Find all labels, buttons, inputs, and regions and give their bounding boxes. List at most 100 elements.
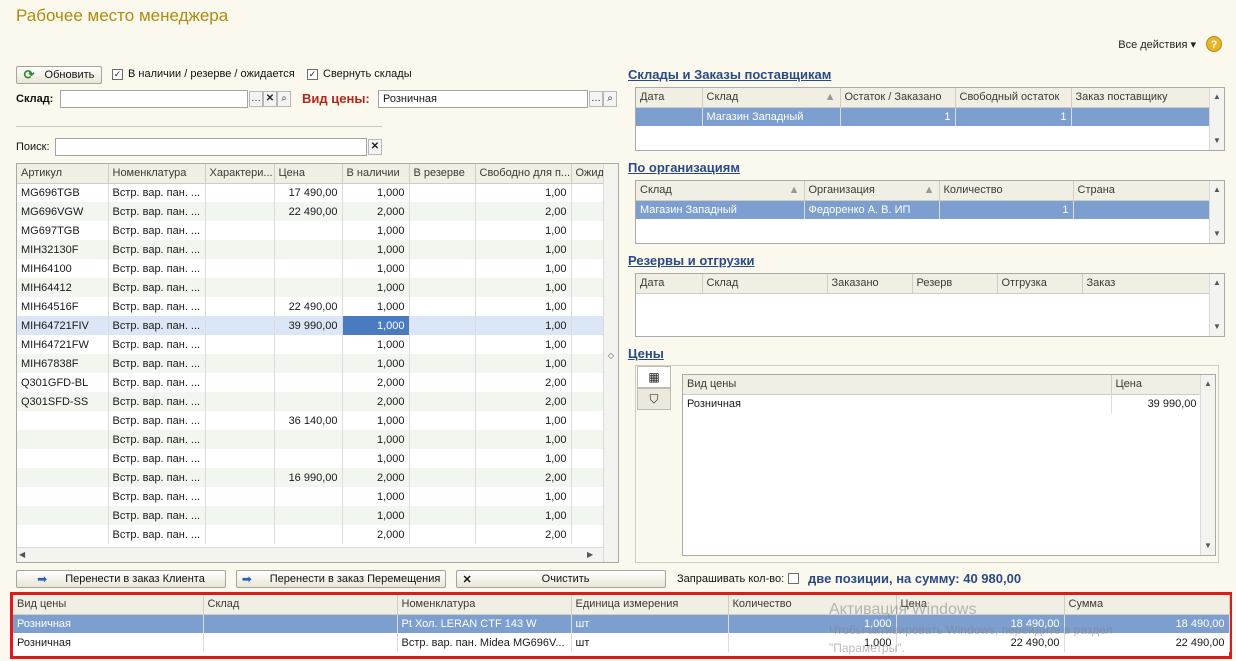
warehouses-grid[interactable]: Дата Склад ▲ Остаток / Заказано Свободный…	[635, 87, 1225, 151]
table-row[interactable]: Встр. вар. пан. ... 2,000 2,00	[17, 525, 606, 544]
cell: Встр. вар. пан. ...	[108, 525, 206, 544]
ask-qty-checkbox[interactable]	[788, 573, 799, 584]
all-actions-menu[interactable]: Все действия ▾	[1118, 38, 1196, 51]
filter-icon[interactable]: ⛉	[637, 388, 671, 410]
table-row[interactable]: MIH32130F Встр. вар. пан. ... 1,000 1,00	[17, 240, 606, 259]
prices-title[interactable]: Цены	[628, 346, 664, 361]
col-warehouse[interactable]: Склад	[203, 595, 398, 615]
products-grid[interactable]: Артикул Номенклатура Характери... Цена В…	[16, 163, 619, 563]
vertical-scrollbar[interactable]: ▲ ▼	[1209, 181, 1224, 243]
col-unit[interactable]: Единица измерения	[571, 595, 729, 615]
vertical-scrollbar[interactable]: ▲ ▼	[1200, 375, 1215, 555]
search-icon[interactable]: ⌕	[603, 91, 617, 107]
table-row[interactable]: Магазин Западный Федоренко А. В. ИП 1	[636, 200, 1211, 219]
col-price-type[interactable]: Вид цены	[13, 595, 204, 615]
cell	[409, 240, 476, 259]
col-date[interactable]: Дата	[636, 274, 703, 294]
table-row[interactable]: Встр. вар. пан. ... 1,000 1,00	[17, 430, 606, 449]
select-dots-icon[interactable]: …	[249, 91, 263, 107]
scroll-right-icon[interactable]: ▶	[587, 548, 599, 562]
col-nomenclature[interactable]: Номенклатура	[108, 164, 206, 184]
search-input[interactable]	[55, 138, 367, 156]
col-expected[interactable]: Ожид	[571, 164, 606, 184]
vertical-scrollbar[interactable]: ▲ ▼	[1209, 274, 1224, 336]
col-warehouse[interactable]: Склад ▲	[636, 181, 805, 201]
col-characteristic[interactable]: Характери...	[205, 164, 275, 184]
organizations-grid[interactable]: Склад ▲ Организация ▲ Количество Страна Ма…	[635, 180, 1225, 244]
table-row[interactable]: MG696TGB Встр. вар. пан. ... 17 490,00 1,00…	[17, 183, 606, 202]
warehouse-input[interactable]	[60, 90, 248, 108]
collapse-warehouses-checkbox[interactable]: ✓ Свернуть склады	[307, 68, 412, 80]
order-grid[interactable]: Вид цены Склад Номенклатура Единица изме…	[10, 592, 1232, 659]
col-price[interactable]: Цена	[274, 164, 343, 184]
to-client-order-button[interactable]: ➡ Перенести в заказ Клиента	[16, 570, 226, 588]
col-warehouse[interactable]: Склад ▲	[702, 88, 841, 108]
to-transfer-order-button[interactable]: ➡ Перенести в заказ Перемещения	[236, 570, 446, 588]
table-row[interactable]: Q301SFD-SS Встр. вар. пан. ... 2,000 2,00	[17, 392, 606, 411]
cell	[409, 430, 476, 449]
table-row[interactable]: MIH64721FIV Встр. вар. пан. ... 39 990,00 1…	[17, 316, 606, 335]
checkbox-checked-icon[interactable]: ✓	[112, 68, 123, 80]
table-row[interactable]: MIH64721FW Встр. вар. пан. ... 1,000 1,00	[17, 335, 606, 354]
in-stock-checkbox[interactable]: ✓ В наличии / резерве / ожидается	[112, 68, 295, 80]
clear-button[interactable]: ✕ Очистить	[456, 570, 666, 588]
col-country[interactable]: Страна	[1073, 181, 1211, 201]
vertical-scrollbar[interactable]: ◇	[603, 164, 618, 562]
reserves-title[interactable]: Резервы и отгрузки	[628, 253, 755, 268]
refresh-button[interactable]: ⟳ Обновить	[16, 66, 102, 84]
clear-icon[interactable]: ✕	[263, 91, 277, 107]
table-row[interactable]: Магазин Западный 1 1	[636, 107, 1211, 126]
clear-icon[interactable]: ✕	[368, 139, 382, 155]
search-icon[interactable]: ⌕	[277, 91, 291, 107]
reserves-grid[interactable]: Дата Склад Заказано Резерв Отгрузка Зака…	[635, 273, 1225, 337]
col-date[interactable]: Дата	[636, 88, 703, 108]
col-in-stock[interactable]: В наличии	[342, 164, 410, 184]
col-balance[interactable]: Остаток / Заказано	[840, 88, 956, 108]
col-reserved[interactable]: В резерве	[409, 164, 476, 184]
table-row[interactable]: MG696VGW Встр. вар. пан. ... 22 490,00 2,00…	[17, 202, 606, 221]
table-row[interactable]: Встр. вар. пан. ... 1,000 1,00	[17, 487, 606, 506]
table-row[interactable]: Встр. вар. пан. ... 1,000 1,00	[17, 449, 606, 468]
table-row[interactable]: Q301GFD-BL Встр. вар. пан. ... 2,000 2,00	[17, 373, 606, 392]
table-row[interactable]: MG697TGB Встр. вар. пан. ... 1,000 1,00	[17, 221, 606, 240]
col-organization[interactable]: Организация ▲	[804, 181, 940, 201]
table-row[interactable]: Встр. вар. пан. ... 16 990,00 2,000 2,00	[17, 468, 606, 487]
col-nomenclature[interactable]: Номенклатура	[397, 595, 572, 615]
scroll-left-icon[interactable]: ◀	[19, 548, 31, 562]
col-free-balance[interactable]: Свободный остаток	[955, 88, 1072, 108]
table-row[interactable]: MIH64516F Встр. вар. пан. ... 22 490,00 1,0…	[17, 297, 606, 316]
arrow-right-icon: ➡	[37, 572, 48, 586]
col-quantity[interactable]: Количество	[939, 181, 1074, 201]
col-price-type[interactable]: Вид цены	[683, 375, 1112, 395]
horizontal-scrollbar[interactable]: ◀ ▶	[17, 547, 603, 562]
warehouses-title[interactable]: Склады и Заказы поставщикам	[628, 67, 831, 82]
checkbox-checked-icon[interactable]: ✓	[307, 68, 318, 80]
col-reserve[interactable]: Резерв	[912, 274, 998, 294]
vertical-scrollbar[interactable]: ▲ ▼	[1209, 88, 1224, 150]
cell: Встр. вар. пан. ...	[108, 183, 206, 202]
col-supplier-order[interactable]: Заказ поставщику	[1071, 88, 1211, 108]
col-ordered[interactable]: Заказано	[827, 274, 913, 294]
table-row[interactable]: Розничная 39 990,00	[683, 394, 1202, 413]
col-order[interactable]: Заказ	[1082, 274, 1211, 294]
organizations-title[interactable]: По организациям	[628, 160, 740, 175]
col-warehouse[interactable]: Склад	[702, 274, 828, 294]
cell	[571, 297, 606, 316]
scroll-handle-icon[interactable]: ◇	[604, 349, 618, 363]
table-row[interactable]: MIH67838F Встр. вар. пан. ... 1,000 1,00	[17, 354, 606, 373]
table-row[interactable]: Встр. вар. пан. ... 1,000 1,00	[17, 506, 606, 525]
col-sum[interactable]: Сумма	[1064, 595, 1230, 615]
table-row[interactable]: MIH64100 Встр. вар. пан. ... 1,000 1,00	[17, 259, 606, 278]
col-article[interactable]: Артикул	[17, 164, 109, 184]
calculator-icon[interactable]: ▦	[637, 366, 671, 388]
price-type-input[interactable]: Розничная	[378, 90, 588, 108]
help-icon[interactable]: ?	[1206, 36, 1222, 52]
table-row[interactable]: Встр. вар. пан. ... 36 140,00 1,000 1,00	[17, 411, 606, 430]
col-free[interactable]: Свободно для п...	[475, 164, 572, 184]
select-dots-icon[interactable]: …	[589, 91, 603, 107]
cell	[636, 107, 703, 126]
col-price[interactable]: Цена	[1111, 375, 1202, 395]
prices-grid[interactable]: Вид цены Цена Розничная 39 990,00 ▲ ▼	[682, 374, 1216, 556]
table-row[interactable]: MIH64412 Встр. вар. пан. ... 1,000 1,00	[17, 278, 606, 297]
col-shipment[interactable]: Отгрузка	[997, 274, 1083, 294]
